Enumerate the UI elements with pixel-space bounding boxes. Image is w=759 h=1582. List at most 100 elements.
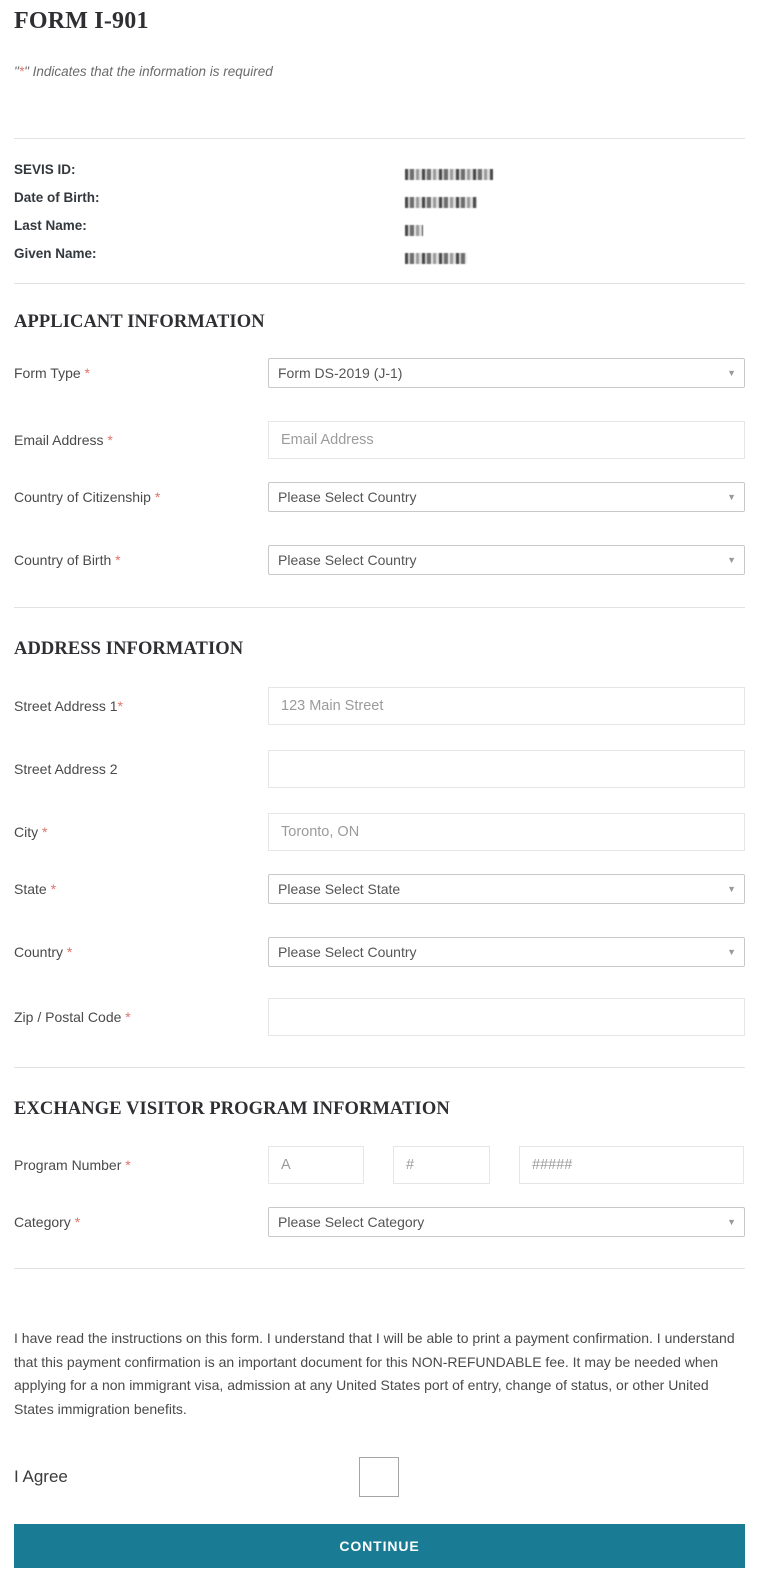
field-control-country-of-citizenship: Please Select Country ▼	[268, 482, 759, 512]
section-heading-applicant-information: APPLICANT INFORMATION	[14, 312, 265, 332]
label-text-street-address-1: Street Address 1	[14, 698, 118, 714]
field-row-category: Category * Please Select Category ▼	[0, 1207, 759, 1237]
summary-label-last-name: Last Name:	[14, 218, 87, 233]
field-row-state: State * Please Select State ▼	[0, 874, 759, 904]
section-heading-exchange-visitor-program-information: EXCHANGE VISITOR PROGRAM INFORMATION	[14, 1099, 450, 1119]
field-control-city	[268, 813, 759, 851]
select-category[interactable]: Please Select Category	[268, 1207, 745, 1237]
field-control-country: Please Select Country ▼	[268, 937, 759, 967]
label-text-country: Country	[14, 944, 64, 960]
field-row-form-type: Form Type * Form DS-2019 (J-1) ▼	[0, 358, 759, 388]
program-number-input-group	[268, 1146, 745, 1184]
field-row-country-of-birth: Country of Birth * Please Select Country…	[0, 545, 759, 575]
field-control-program-number	[268, 1146, 759, 1184]
summary-label-date-of-birth: Date of Birth:	[14, 190, 100, 205]
field-label-country-of-citizenship: Country of Citizenship *	[0, 488, 268, 506]
field-control-zip-postal-code	[268, 998, 759, 1036]
summary-value-given-name	[405, 240, 759, 268]
field-label-country: Country *	[0, 943, 268, 961]
required-star-country: *	[66, 944, 73, 960]
field-row-street-address-2: Street Address 2	[0, 750, 759, 788]
label-text-category: Category	[14, 1214, 71, 1230]
field-row-city: City *	[0, 813, 759, 851]
continue-button[interactable]: CONTINUE	[14, 1524, 745, 1568]
field-row-zip-postal-code: Zip / Postal Code *	[0, 998, 759, 1036]
required-star-category: *	[74, 1214, 81, 1230]
label-text-country-of-citizenship: Country of Citizenship	[14, 489, 151, 505]
select-country[interactable]: Please Select Country	[268, 937, 745, 967]
field-control-country-of-birth: Please Select Country ▼	[268, 545, 759, 575]
label-text-city: City	[14, 824, 39, 840]
field-row-country: Country * Please Select Country ▼	[0, 937, 759, 967]
street-address-1-input[interactable]	[268, 687, 745, 725]
program-number-suffix-input[interactable]	[519, 1146, 744, 1184]
agree-checkbox[interactable]	[359, 1457, 399, 1497]
field-control-email-address	[268, 421, 759, 459]
required-star-country-of-citizenship: *	[154, 489, 161, 505]
program-number-prefix-input[interactable]	[268, 1146, 364, 1184]
field-row-program-number: Program Number *	[0, 1146, 759, 1184]
field-label-program-number: Program Number *	[0, 1156, 268, 1174]
redacted-value-date-of-birth	[405, 197, 477, 209]
program-number-middle-input[interactable]	[393, 1146, 490, 1184]
field-control-street-address-1	[268, 687, 759, 725]
required-indicator-note: "*" Indicates that the information is re…	[0, 64, 273, 79]
summary-row-given-name: Given Name:	[0, 240, 759, 268]
field-label-state: State *	[0, 880, 268, 898]
email-address-input[interactable]	[268, 421, 745, 459]
field-control-state: Please Select State ▼	[268, 874, 759, 904]
street-address-2-input[interactable]	[268, 750, 745, 788]
required-star-street-address-1: *	[117, 698, 123, 714]
field-label-street-address-1: Street Address 1*	[0, 697, 268, 715]
select-country-of-birth[interactable]: Please Select Country	[268, 545, 745, 575]
select-wrap-country-of-citizenship: Please Select Country ▼	[268, 482, 745, 512]
summary-value-date-of-birth	[405, 184, 759, 212]
required-note-suffix: " Indicates that the information is requ…	[24, 64, 273, 79]
field-row-country-of-citizenship: Country of Citizenship * Please Select C…	[0, 482, 759, 512]
summary-row-date-of-birth: Date of Birth:	[0, 184, 759, 212]
section-heading-address-information: ADDRESS INFORMATION	[14, 639, 244, 659]
field-label-street-address-2: Street Address 2	[0, 760, 268, 778]
field-control-street-address-2	[268, 750, 759, 788]
required-star-state: *	[50, 881, 57, 897]
redacted-value-sevis-id	[405, 169, 493, 181]
field-row-email-address: Email Address *	[0, 421, 759, 459]
summary-value-sevis-id	[405, 156, 759, 184]
redacted-value-given-name	[405, 253, 467, 265]
field-label-category: Category *	[0, 1213, 268, 1231]
agree-label: I Agree	[14, 1467, 68, 1486]
label-text-program-number: Program Number	[14, 1157, 122, 1173]
select-wrap-state: Please Select State ▼	[268, 874, 745, 904]
summary-row-last-name: Last Name:	[0, 212, 759, 240]
zip-postal-code-input[interactable]	[268, 998, 745, 1036]
select-wrap-country: Please Select Country ▼	[268, 937, 745, 967]
label-text-zip-postal-code: Zip / Postal Code	[14, 1009, 122, 1025]
field-label-form-type: Form Type *	[0, 364, 268, 382]
required-star-city: *	[42, 824, 48, 840]
summary-row-sevis-id: SEVIS ID:	[0, 156, 759, 184]
required-star-zip-postal-code: *	[125, 1009, 131, 1025]
required-star-email-address: *	[107, 432, 113, 448]
select-wrap-country-of-birth: Please Select Country ▼	[268, 545, 745, 575]
select-wrap-form-type: Form DS-2019 (J-1) ▼	[268, 358, 745, 388]
field-label-country-of-birth: Country of Birth *	[0, 551, 268, 569]
label-text-email-address: Email Address	[14, 432, 104, 448]
select-country-of-citizenship[interactable]: Please Select Country	[268, 482, 745, 512]
agreement-text: I have read the instructions on this for…	[14, 1330, 735, 1417]
form-i901-page: FORM I-901 "*" Indicates that the inform…	[0, 0, 759, 1582]
required-star-program-number: *	[125, 1157, 131, 1173]
select-state[interactable]: Please Select State	[268, 874, 745, 904]
field-label-email-address: Email Address *	[0, 431, 268, 449]
applicant-summary: SEVIS ID: Date of Birth: Last Name: Give…	[0, 139, 759, 268]
select-form-type[interactable]: Form DS-2019 (J-1)	[268, 358, 745, 388]
field-label-zip-postal-code: Zip / Postal Code *	[0, 1008, 268, 1026]
required-star-country-of-birth: *	[115, 552, 121, 568]
summary-value-last-name	[405, 212, 759, 240]
required-star-form-type: *	[84, 365, 90, 381]
summary-label-sevis-id: SEVIS ID:	[14, 162, 76, 177]
redacted-value-last-name	[405, 225, 423, 237]
page-title: FORM I-901	[14, 8, 149, 34]
field-label-city: City *	[0, 823, 268, 841]
select-wrap-category: Please Select Category ▼	[268, 1207, 745, 1237]
city-input[interactable]	[268, 813, 745, 851]
